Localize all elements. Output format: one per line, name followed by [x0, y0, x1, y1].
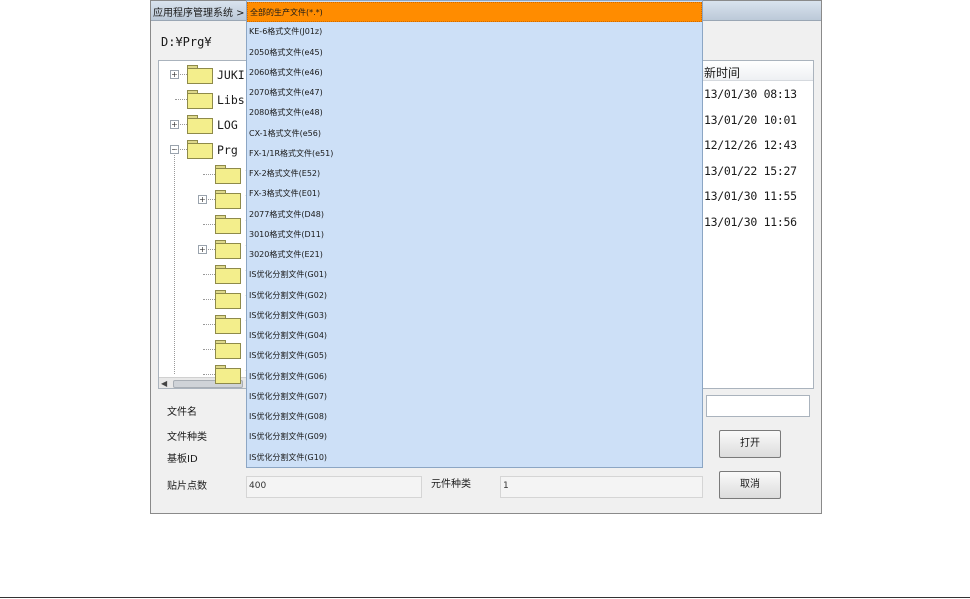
tree-item-label: Prg: [217, 143, 238, 157]
tree-item[interactable]: l: [159, 363, 247, 385]
file-list-row-modified[interactable]: 13/01/30 08:13: [704, 87, 797, 101]
folder-icon: [215, 165, 242, 184]
tree-item[interactable]: l: [159, 263, 247, 285]
window-title: 应用程序管理系统 > 主: [153, 8, 258, 19]
component-type-label: 元件种类: [431, 479, 471, 490]
dropdown-option[interactable]: IS优化分割文件(G02): [247, 286, 702, 306]
current-path: D:¥Prg¥: [161, 35, 212, 49]
dropdown-option[interactable]: IS优化分割文件(G04): [247, 326, 702, 346]
folder-icon: [215, 315, 242, 334]
tree-connector: [203, 299, 215, 300]
dropdown-option[interactable]: IS优化分割文件(G10): [247, 448, 702, 468]
dropdown-option[interactable]: IS优化分割文件(G09): [247, 427, 702, 447]
folder-icon: [215, 365, 242, 384]
tree-item[interactable]: l: [159, 163, 247, 185]
folder-icon: [215, 290, 242, 309]
placement-count-value: 400: [246, 476, 422, 498]
tree-connector: [175, 124, 187, 125]
tree-connector: [203, 174, 215, 175]
dropdown-option[interactable]: 全部的生产文件(*.*): [247, 2, 702, 22]
divider: [0, 597, 970, 598]
board-id-label: 基板ID: [167, 454, 198, 465]
tree-item-label: Libs: [217, 93, 245, 107]
tree-item[interactable]: − Prg: [159, 138, 247, 160]
file-list-row-modified[interactable]: 13/01/20 10:01: [704, 113, 797, 127]
file-list[interactable]: 新时间 13/01/30 08:13 13/01/20 10:01 12/12/26…: [698, 60, 814, 389]
open-button[interactable]: 打开: [719, 430, 781, 458]
folder-icon: [215, 190, 242, 209]
folder-icon: [187, 90, 214, 109]
dropdown-option[interactable]: KE-6格式文件(J01z): [247, 22, 702, 42]
column-header-label: 新时间: [704, 66, 741, 80]
component-type-value: 1: [500, 476, 703, 498]
tree-connector: [203, 274, 215, 275]
tree-item[interactable]: +l: [159, 188, 247, 210]
dropdown-option[interactable]: IS优化分割文件(G01): [247, 265, 702, 285]
column-header-modified[interactable]: 新时间: [699, 61, 813, 81]
dropdown-option[interactable]: 2077格式文件(D48): [247, 205, 702, 225]
tree-item[interactable]: l: [159, 313, 247, 335]
dropdown-option[interactable]: CX-1格式文件(e56): [247, 124, 702, 144]
file-name-label: 文件名: [167, 407, 197, 418]
tree-connector: [175, 74, 187, 75]
dropdown-option[interactable]: IS优化分割文件(G08): [247, 407, 702, 427]
folder-tree[interactable]: ◀ +JUKILibs+LOG−Prgl+ll+llllcl: [158, 60, 248, 389]
dropdown-option[interactable]: FX-3格式文件(E01): [247, 184, 702, 204]
dropdown-option[interactable]: 2050格式文件(e45): [247, 43, 702, 63]
tree-item-label: LOG: [217, 118, 238, 132]
file-list-row-modified[interactable]: 13/01/30 11:56: [704, 215, 797, 229]
tree-item[interactable]: l: [159, 213, 247, 235]
tree-item-label: JUKI: [217, 68, 245, 82]
folder-icon: [215, 215, 242, 234]
file-list-row-modified[interactable]: 13/01/22 15:27: [704, 164, 797, 178]
dropdown-option[interactable]: FX-1/1R格式文件(e51): [247, 144, 702, 164]
folder-icon: [187, 65, 214, 84]
folder-icon: [215, 240, 242, 259]
tree-item[interactable]: +l: [159, 238, 247, 260]
tree-connector: [203, 199, 215, 200]
file-list-row-modified[interactable]: 12/12/26 12:43: [704, 138, 797, 152]
tree-connector: [203, 249, 215, 250]
dropdown-option[interactable]: IS优化分割文件(G03): [247, 306, 702, 326]
tree-connector: [203, 224, 215, 225]
tree-connector: [203, 349, 215, 350]
dropdown-option[interactable]: 2080格式文件(e48): [247, 103, 702, 123]
dropdown-option[interactable]: 3020格式文件(E21): [247, 245, 702, 265]
dropdown-option[interactable]: IS优化分割文件(G05): [247, 346, 702, 366]
folder-icon: [215, 340, 242, 359]
file-type-dropdown-list[interactable]: 全部的生产文件(*.*) KE-6格式文件(J01z) 2050格式文件(e45) 2…: [246, 0, 703, 468]
tree-connector: [175, 149, 187, 150]
folder-icon: [187, 140, 214, 159]
tree-connector: [203, 324, 215, 325]
dropdown-option[interactable]: 2070格式文件(e47): [247, 83, 702, 103]
dropdown-option[interactable]: 3010格式文件(D11): [247, 225, 702, 245]
placement-count-label: 贴片点数: [167, 481, 207, 492]
dropdown-option[interactable]: FX-2格式文件(E52): [247, 164, 702, 184]
tree-connector: [203, 374, 215, 375]
tree-item[interactable]: + JUKI: [159, 63, 247, 85]
tree-item[interactable]: + LOG: [159, 113, 247, 135]
dropdown-option[interactable]: IS优化分割文件(G07): [247, 387, 702, 407]
folder-icon: [215, 265, 242, 284]
tree-connector: [175, 99, 187, 100]
tree-item[interactable]: l: [159, 288, 247, 310]
screen: 应用程序管理系统 > 主 D:¥Prg¥ ◀ + JUKI Libs + LOG − Prg…: [0, 0, 970, 599]
file-name-input[interactable]: [706, 395, 810, 417]
folder-icon: [187, 115, 214, 134]
file-type-label: 文件种类: [167, 432, 207, 443]
dropdown-option[interactable]: IS优化分割文件(G06): [247, 367, 702, 387]
dropdown-option[interactable]: 2060格式文件(e46): [247, 63, 702, 83]
cancel-button[interactable]: 取消: [719, 471, 781, 499]
tree-item[interactable]: c: [159, 338, 247, 360]
file-list-row-modified[interactable]: 13/01/30 11:55: [704, 189, 797, 203]
tree-item[interactable]: Libs: [159, 88, 247, 110]
